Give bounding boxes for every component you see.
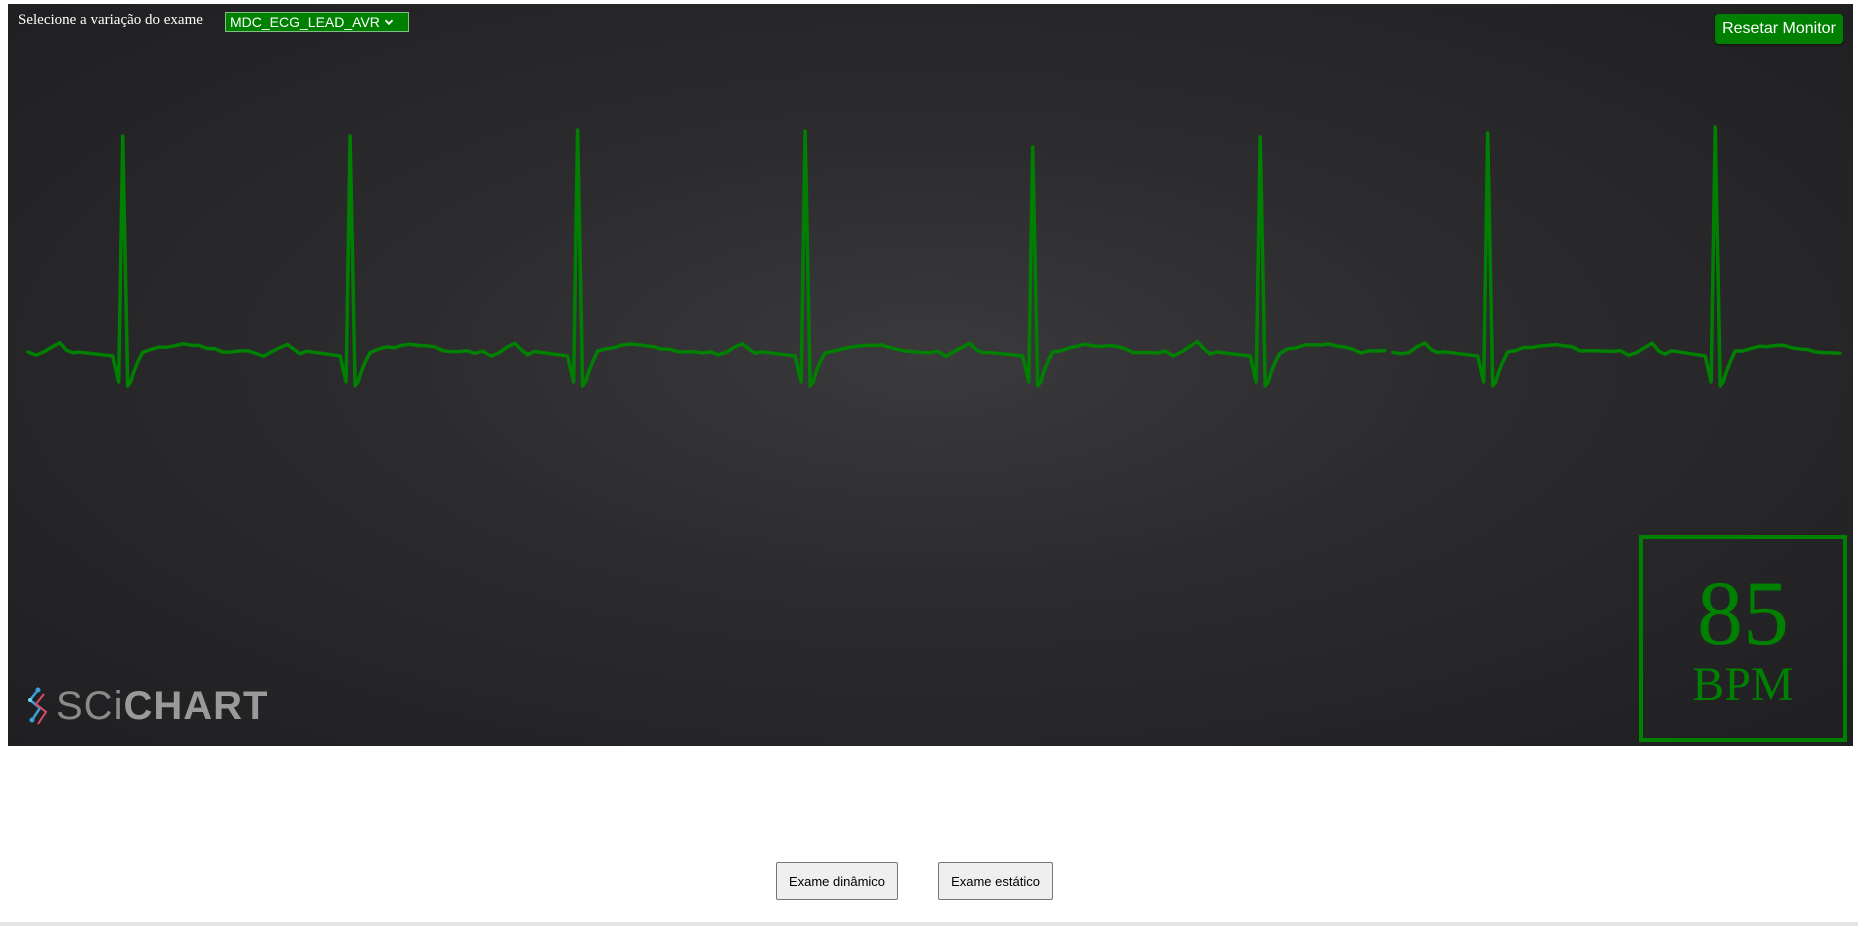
bpm-unit: BPM [1692, 657, 1794, 711]
logo-text-light: SCi [56, 684, 124, 728]
ecg-chart [26, 125, 1842, 388]
bpm-value: 85 [1697, 561, 1789, 664]
ecg-monitor: Selecione a variação do exame MDC_ECG_LE… [8, 4, 1853, 746]
exam-variant-select[interactable]: MDC_ECG_LEAD_AVR [225, 12, 409, 32]
scichart-logo-icon [28, 687, 48, 725]
dynamic-exam-button[interactable]: Exame dinâmico [776, 862, 898, 900]
ecg-trace [26, 125, 1842, 388]
heart-rate-display: 85 BPM [1639, 535, 1847, 742]
reset-monitor-button[interactable]: Resetar Monitor [1715, 14, 1843, 44]
exam-variant-value: MDC_ECG_LEAD_AVR [230, 14, 380, 30]
chevron-down-icon [384, 19, 394, 26]
scichart-logo-text: SCiCHART [56, 686, 268, 726]
page-bottom-border [0, 922, 1858, 926]
page: Selecione a variação do exame MDC_ECG_LE… [0, 0, 1858, 926]
scichart-logo: SCiCHART [24, 686, 268, 726]
logo-text-strong: CHART [123, 684, 269, 728]
exam-select-label: Selecione a variação do exame [18, 12, 203, 28]
static-exam-button[interactable]: Exame estático [938, 862, 1053, 900]
